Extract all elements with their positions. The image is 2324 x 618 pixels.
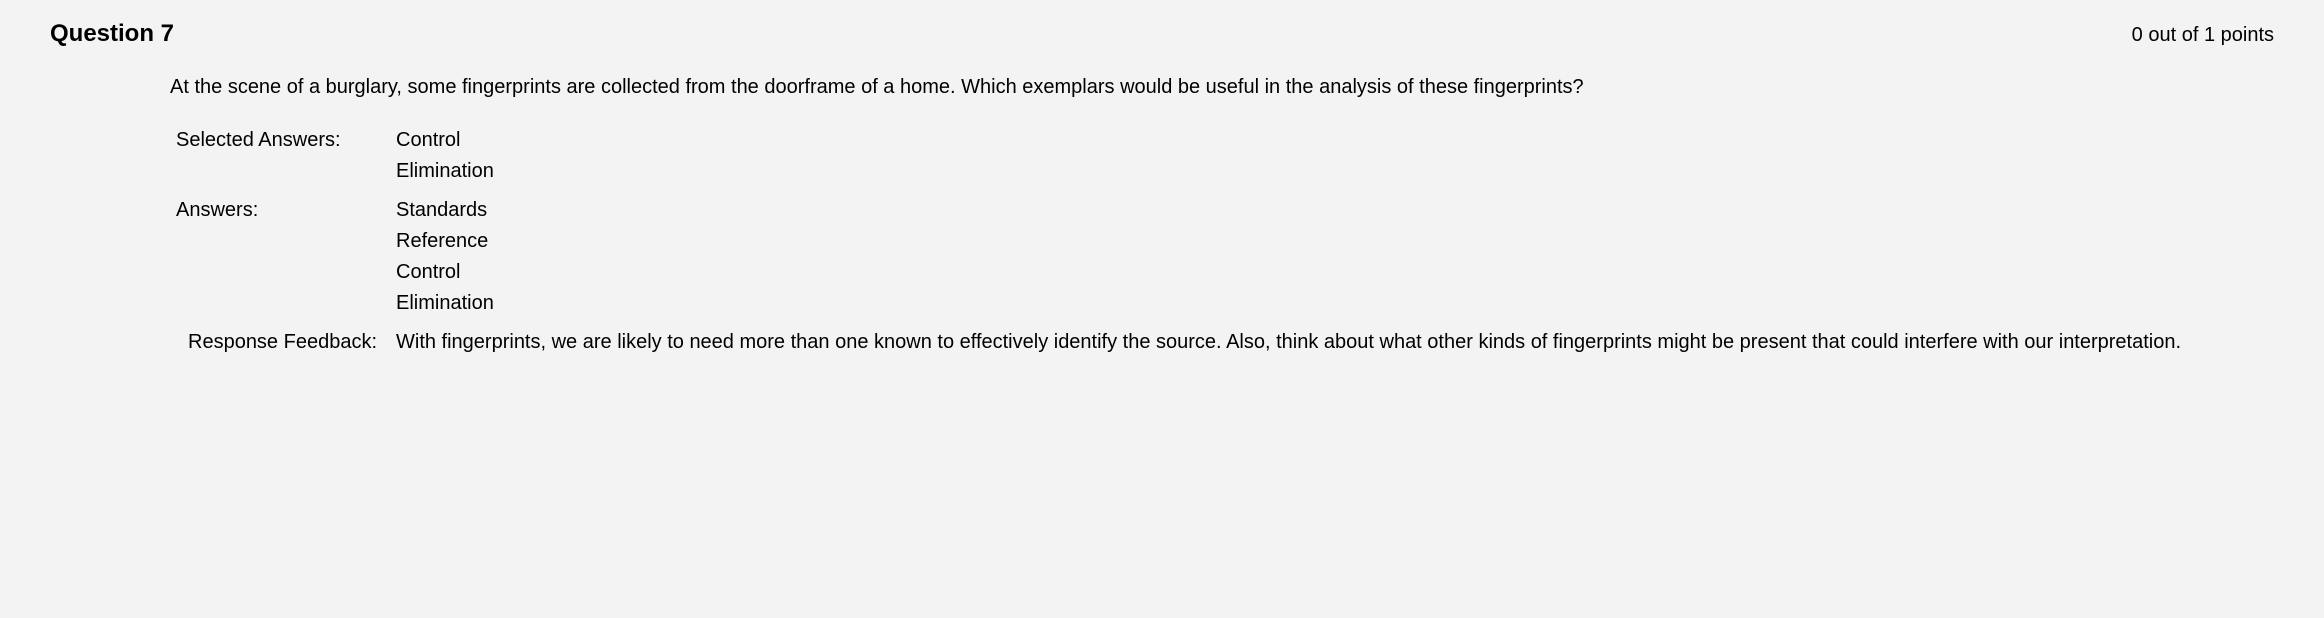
question-content: At the scene of a burglary, some fingerp… bbox=[50, 76, 2274, 356]
feedback-text: With fingerprints, we are likely to need… bbox=[396, 329, 2274, 356]
question-title: Question 7 bbox=[50, 20, 174, 48]
answers-block: Selected Answers: Control Elimination An… bbox=[170, 127, 2274, 356]
list-item: Standards bbox=[396, 197, 2274, 228]
answers-list: Standards Reference Control Elimination bbox=[396, 197, 2274, 321]
question-text: At the scene of a burglary, some fingerp… bbox=[170, 76, 2274, 99]
list-item: Control bbox=[396, 259, 2274, 290]
question-header: Question 7 0 out of 1 points bbox=[50, 20, 2274, 48]
list-item: Elimination bbox=[396, 158, 2274, 189]
selected-answers-list: Control Elimination bbox=[396, 127, 2274, 189]
list-item: Control bbox=[396, 127, 2274, 158]
selected-answers-label: Selected Answers: bbox=[176, 127, 396, 189]
points-score: 0 out of 1 points bbox=[2132, 24, 2274, 47]
feedback-label: Response Feedback: bbox=[176, 329, 396, 356]
answers-label: Answers: bbox=[176, 197, 396, 321]
list-item: Elimination bbox=[396, 290, 2274, 321]
list-item: Reference bbox=[396, 228, 2274, 259]
